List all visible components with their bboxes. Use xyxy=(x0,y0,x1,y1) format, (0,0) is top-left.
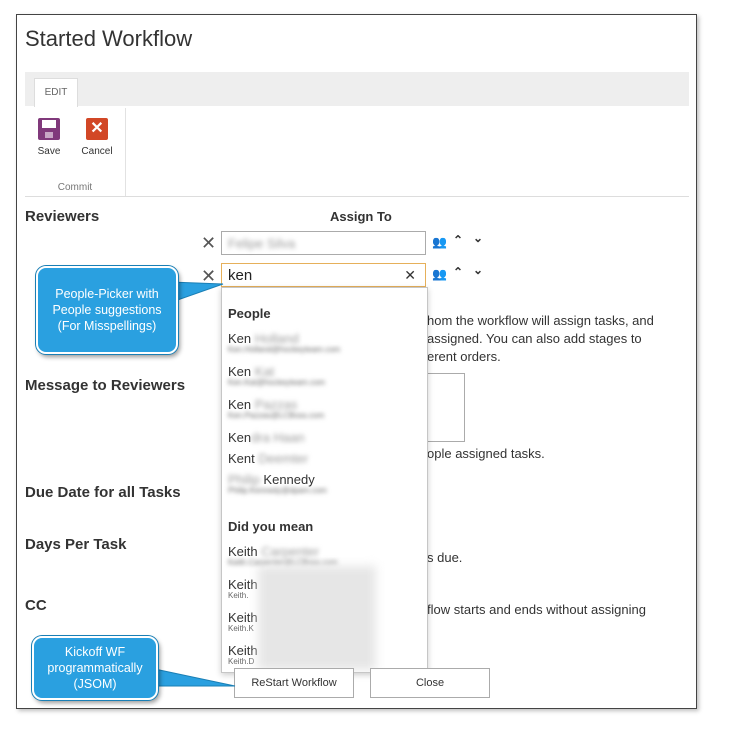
callout-pointer-2 xyxy=(149,667,236,687)
callout-kickoff: Kickoff WF programmatically (JSOM) xyxy=(32,636,158,700)
callout-people-picker: People-Picker with People suggestions (F… xyxy=(36,266,178,354)
callout-pointers xyxy=(149,281,236,687)
